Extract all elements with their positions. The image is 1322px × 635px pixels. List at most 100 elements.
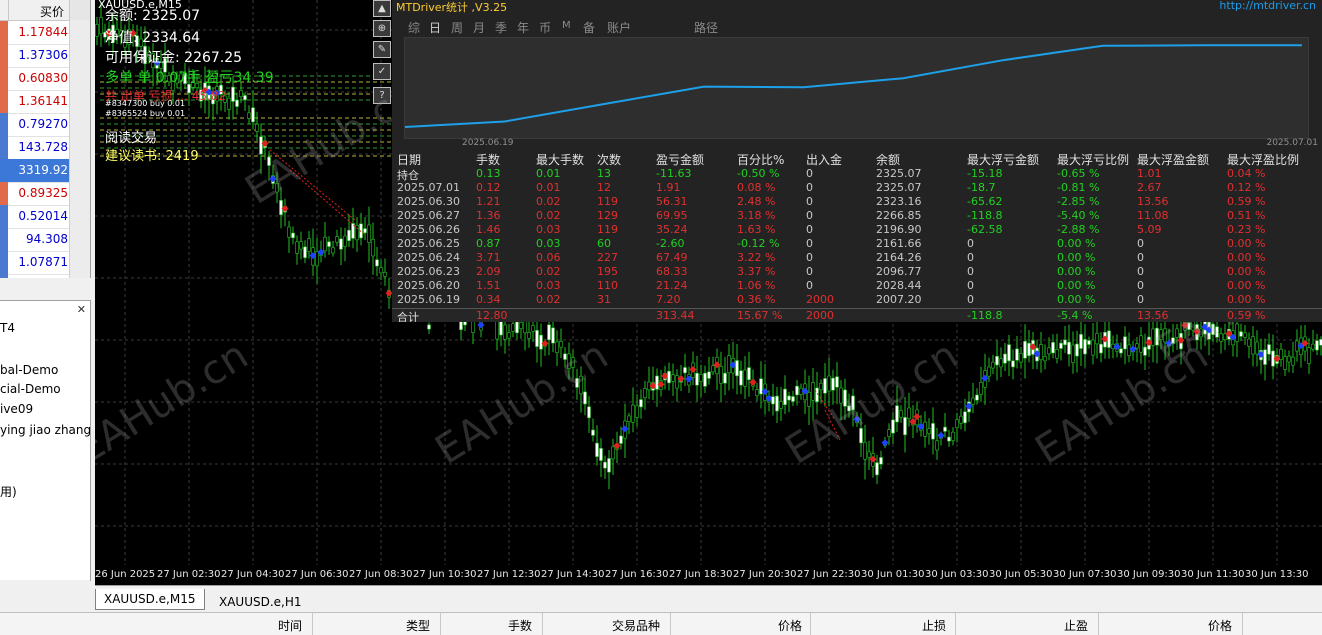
tab-magic[interactable]: M — [562, 20, 571, 31]
time-axis-label: 26 Jun 2025 — [95, 569, 155, 580]
market-watch-panel: 买价 1.178441.373060.608301.36141 0.79270 14… — [0, 0, 91, 278]
market-watch-row[interactable]: 0.58232 — [0, 274, 70, 278]
column-divider — [542, 613, 543, 635]
navigator-account-item[interactable]: cial-Demo — [0, 382, 61, 396]
header-scroll-corner — [69, 0, 90, 20]
time-axis-label: 27 Jun 16:30 — [605, 569, 669, 580]
cell-flow: 0 — [806, 195, 813, 208]
cell-max-lots: 0.03 — [536, 237, 561, 250]
time-axis-label: 27 Jun 10:30 — [413, 569, 477, 580]
market-watch-row[interactable]: 1.37306 — [0, 44, 70, 68]
tab-summary[interactable]: 综 — [408, 19, 420, 36]
cell-balance: 2266.85 — [876, 209, 922, 222]
direction-marker — [0, 205, 8, 228]
confirm-button[interactable]: ✓ — [373, 63, 391, 80]
cell-max-float-profit-pct: 0.00 % — [1227, 251, 1265, 264]
bid-price: 0.79270 — [18, 117, 68, 131]
navigator-account-item[interactable]: bal-Demo — [0, 363, 58, 377]
market-watch-row[interactable]: 143.728 — [0, 136, 70, 160]
cell-lots: 2.09 — [476, 265, 501, 278]
cell-max-float-profit-pct: 0.23 % — [1227, 223, 1265, 236]
market-watch-row[interactable]: 1.36141 — [0, 90, 70, 114]
help-button[interactable]: ? — [373, 87, 391, 104]
column-header: 出入金 — [806, 151, 842, 168]
cell-max-lots: 0.03 — [536, 279, 561, 292]
close-icon[interactable]: ✕ — [77, 303, 86, 316]
column-stop-loss[interactable]: 止损 — [922, 617, 946, 634]
tab-path[interactable]: 路径 — [694, 19, 718, 36]
free-margin-label: 可用保证金: 2267.25 — [105, 47, 242, 67]
balance-curve-canvas — [405, 38, 1308, 138]
scroll-up-button[interactable]: ▲ — [373, 0, 391, 17]
column-price-current[interactable]: 价格 — [1208, 617, 1232, 634]
cell-date: 2025.06.26 — [397, 223, 460, 236]
market-watch-row[interactable]: 1.17844 — [0, 21, 70, 45]
navigator-account-item[interactable]: ive09 — [0, 402, 33, 416]
cell-max-float-profit-pct: 0.00 % — [1227, 237, 1265, 250]
tab-currency[interactable]: 币 — [539, 19, 551, 36]
table-row: 2025.06.261.460.0311935.241.63 %02196.90… — [392, 223, 1322, 237]
market-watch-row[interactable]: 0.60830 — [0, 67, 70, 91]
time-axis-label: 30 Jun 07:30 — [1053, 569, 1117, 580]
cell-pct: 0.36 % — [737, 293, 775, 306]
cell-max-lots: 0.02 — [536, 265, 561, 278]
tab-month[interactable]: 月 — [473, 19, 485, 36]
chart-tab-m15[interactable]: XAUUSD.e,M15 — [95, 589, 205, 610]
time-axis-label: 27 Jun 08:30 — [349, 569, 413, 580]
cell-date: 2025.06.19 — [397, 293, 460, 306]
stats-url-link[interactable]: http://mtdriver.cn — [1219, 0, 1316, 12]
time-axis-label: 27 Jun 02:30 — [157, 569, 221, 580]
curve-end-date: 2025.07.01 — [1266, 138, 1318, 148]
tab-day[interactable]: 日 — [429, 19, 441, 36]
cell-max-float-loss-pct: -2.85 % — [1057, 195, 1099, 208]
cell-pnl: 1.91 — [656, 181, 681, 194]
column-time[interactable]: 时间 — [278, 617, 302, 634]
column-divider — [440, 613, 441, 635]
market-watch-row[interactable]: 0.52014 — [0, 205, 70, 229]
direction-marker — [0, 159, 8, 182]
column-type[interactable]: 类型 — [406, 617, 430, 634]
edit-button[interactable]: ✎ — [373, 41, 391, 58]
cell-max-float-loss: -118.8 — [967, 209, 1002, 222]
navigator-account-item[interactable]: ying jiao zhang — [0, 423, 91, 437]
holding-row: 持仓0.130.0113-11.63-0.50 %02325.07-15.18-… — [392, 167, 1322, 181]
cell-count: 31 — [597, 293, 611, 306]
navigator-item[interactable]: 用) — [0, 483, 17, 500]
cell-pnl: 67.49 — [656, 251, 688, 264]
market-watch-row[interactable]: 94.308 — [0, 228, 70, 252]
direction-marker — [0, 113, 8, 136]
tab-year[interactable]: 年 — [517, 19, 529, 36]
market-watch-header: 买价 — [0, 0, 90, 21]
cell-max-float-loss-pct: -0.65 % — [1057, 167, 1099, 180]
bid-column-header[interactable]: 买价 — [40, 3, 64, 20]
column-take-profit[interactable]: 止盈 — [1064, 617, 1088, 634]
cell-max-float-profit-pct: 0.12 % — [1227, 181, 1265, 194]
table-row: 2025.06.301.210.0211956.312.48 %02323.16… — [392, 195, 1322, 209]
column-symbol[interactable]: 交易品种 — [612, 617, 660, 634]
market-watch-row[interactable]: 3319.92 — [0, 159, 70, 183]
panel-toggle-button[interactable]: ⊕ — [373, 20, 391, 37]
market-watch-row[interactable]: 0.79270 — [0, 113, 70, 137]
market-watch-row[interactable]: 1.07871 — [0, 251, 70, 275]
direction-marker — [0, 44, 8, 67]
cell-max-float-profit: 1.01 — [1137, 167, 1162, 180]
cell-pnl: 35.24 — [656, 223, 688, 236]
chart-tab-h1[interactable]: XAUUSD.e,H1 — [211, 592, 310, 612]
navigator-item[interactable]: T4 — [0, 321, 15, 335]
cell-max-lots: 0.06 — [536, 251, 561, 264]
cell-pct: -0.50 % — [737, 167, 779, 180]
cell-balance: 2161.66 — [876, 237, 922, 250]
tab-quarter[interactable]: 季 — [495, 19, 507, 36]
market-watch-row[interactable]: 0.89325 — [0, 182, 70, 206]
cell-flow: 0 — [806, 223, 813, 236]
tab-note[interactable]: 备 — [583, 19, 595, 36]
tab-week[interactable]: 周 — [451, 19, 463, 36]
column-divider — [670, 613, 671, 635]
column-price[interactable]: 价格 — [778, 617, 802, 634]
cell-max-lots: 0.01 — [536, 167, 561, 180]
column-lots[interactable]: 手数 — [508, 617, 532, 634]
cell-pct: -0.12 % — [737, 237, 779, 250]
time-axis-label: 30 Jun 05:30 — [989, 569, 1053, 580]
market-watch-scrollbar[interactable] — [69, 20, 90, 278]
tab-account[interactable]: 账户 — [607, 19, 631, 36]
